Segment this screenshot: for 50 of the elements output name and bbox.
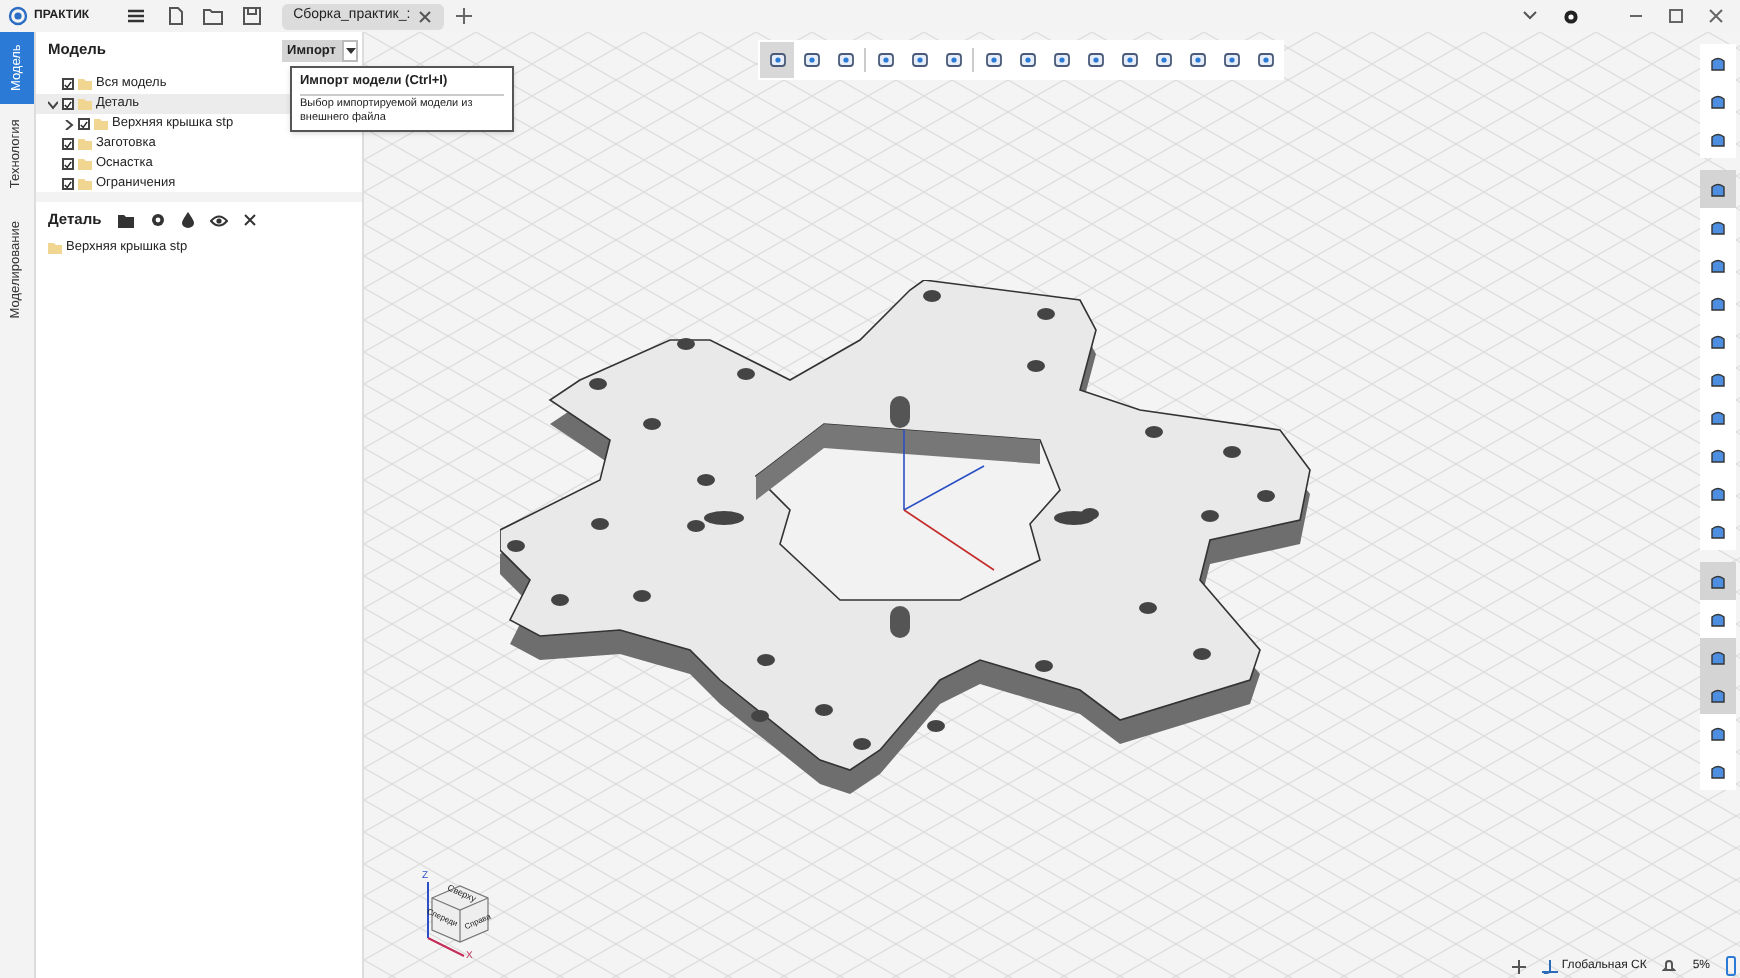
checkbox[interactable]: [78, 118, 90, 130]
folder-icon[interactable]: [117, 213, 134, 227]
folder-icon[interactable]: [201, 6, 226, 26]
add-tab-icon[interactable]: [456, 8, 473, 24]
logo-icon: [8, 6, 28, 26]
folder-icon: [48, 242, 62, 254]
chevron-right-icon[interactable]: [64, 119, 74, 129]
eye-icon[interactable]: [209, 213, 228, 227]
tool-icon: [1085, 50, 1105, 70]
tool-button[interactable]: [1700, 638, 1736, 676]
dropdown-button[interactable]: [342, 39, 358, 61]
settings-icon[interactable]: [1562, 7, 1580, 25]
tool-button[interactable]: [1700, 676, 1736, 714]
bell-icon[interactable]: [1662, 958, 1677, 974]
close-icon[interactable]: [418, 9, 433, 23]
checkbox[interactable]: [62, 178, 74, 190]
tool-icon: [1221, 50, 1241, 70]
tool-icon: [767, 50, 787, 70]
new-file-icon[interactable]: [165, 6, 186, 26]
tool-icon: [1153, 50, 1173, 70]
tool-icon: [801, 50, 821, 70]
gear-icon[interactable]: [149, 212, 166, 228]
plus-icon[interactable]: [1511, 959, 1526, 973]
tool-icon: [1051, 50, 1071, 70]
tool-icon: [1187, 50, 1207, 70]
chevron-down-icon[interactable]: [48, 99, 58, 109]
maximize-icon[interactable]: [1668, 8, 1684, 24]
checkbox[interactable]: [62, 158, 74, 170]
checkbox[interactable]: [62, 98, 74, 110]
panel-icon[interactable]: [1726, 956, 1736, 976]
tool-button[interactable]: [1700, 170, 1736, 208]
tool-button[interactable]: [1700, 562, 1736, 600]
save-icon[interactable]: [241, 6, 262, 26]
caret-icon: [345, 47, 355, 53]
tool-icon: [1255, 50, 1275, 70]
menu-icon[interactable]: [125, 6, 146, 26]
tool-icon: [1119, 50, 1139, 70]
drop-icon[interactable]: [181, 212, 194, 228]
tool-icon: [835, 50, 855, 70]
close-icon[interactable]: [243, 214, 256, 226]
tool-button[interactable]: [760, 42, 794, 78]
tool-icon: [1017, 50, 1037, 70]
checkbox[interactable]: [62, 138, 74, 150]
tool-icon: [943, 50, 963, 70]
axes-icon: [1541, 959, 1558, 973]
checkbox[interactable]: [62, 78, 74, 90]
tool-icon: [875, 50, 895, 70]
chevron-down-icon[interactable]: [1522, 10, 1538, 22]
tool-icon: [983, 50, 1003, 70]
tool-icon: [909, 50, 929, 70]
